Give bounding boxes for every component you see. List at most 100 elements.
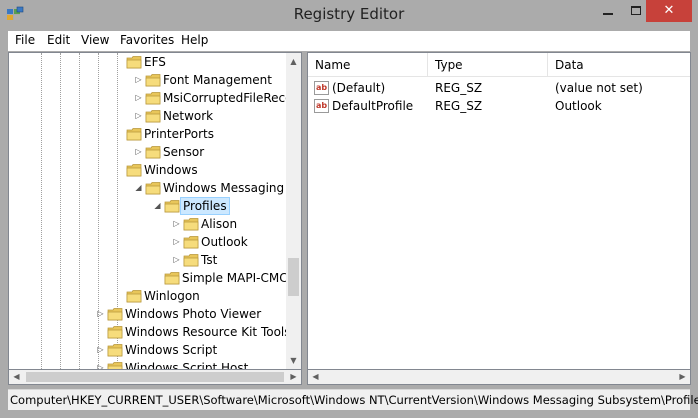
- expand-arrow-icon[interactable]: ▷: [96, 341, 105, 359]
- values-list-pane[interactable]: Name Type Data ab (Default) REG_SZ (valu…: [307, 52, 691, 370]
- value-type: REG_SZ: [435, 99, 483, 113]
- tree-item[interactable]: ▷ Windows Photo Viewer: [9, 305, 286, 323]
- scroll-right-icon[interactable]: ▶: [286, 370, 301, 384]
- column-type-header[interactable]: Type: [428, 53, 548, 77]
- tree-item[interactable]: ▷ Outlook: [9, 233, 286, 251]
- tree-item-label: PrinterPorts: [144, 127, 214, 141]
- folder-icon: [145, 74, 161, 87]
- folder-icon: [145, 110, 161, 123]
- expand-arrow-icon[interactable]: ▷: [134, 71, 143, 89]
- folder-icon: [107, 362, 123, 369]
- tree-item-label: Simple MAPI-CMC: [182, 271, 286, 285]
- tree-item[interactable]: PrinterPorts: [9, 125, 286, 143]
- tree-item[interactable]: ▷ Alison: [9, 215, 286, 233]
- expand-arrow-icon[interactable]: ▷: [172, 215, 181, 233]
- folder-icon: [183, 254, 199, 267]
- tree-item[interactable]: ◢ Profiles: [9, 197, 286, 215]
- expand-arrow-icon[interactable]: ▷: [134, 89, 143, 107]
- folder-icon: [145, 92, 161, 105]
- scroll-thumb[interactable]: [26, 372, 284, 382]
- folder-icon: [145, 146, 161, 159]
- tree-item-label: Windows Script Host: [125, 361, 249, 369]
- close-button[interactable]: ✕: [646, 0, 692, 22]
- title-bar[interactable]: Registry Editor ✕: [0, 0, 698, 31]
- tree-item[interactable]: ▷ Windows Script: [9, 341, 286, 359]
- folder-icon: [107, 308, 123, 321]
- maximize-icon: [631, 6, 641, 15]
- tree-item-label: Windows Resource Kit Tools: [125, 325, 286, 339]
- menu-edit[interactable]: Edit: [47, 33, 70, 47]
- tree-item[interactable]: ◢ Windows Messaging S: [9, 179, 286, 197]
- expand-arrow-icon[interactable]: ▷: [172, 251, 181, 269]
- tree-item-label: EFS: [144, 55, 166, 69]
- value-type: REG_SZ: [435, 81, 483, 95]
- tree-item[interactable]: Windows Resource Kit Tools: [9, 323, 286, 341]
- tree-item-label: Profiles: [180, 197, 230, 215]
- list-horizontal-scrollbar[interactable]: ◀ ▶: [307, 370, 691, 385]
- tree-item[interactable]: Winlogon: [9, 287, 286, 305]
- minimize-icon: [603, 12, 613, 15]
- menu-view[interactable]: View: [81, 33, 109, 47]
- expand-arrow-icon[interactable]: ▷: [134, 107, 143, 125]
- folder-icon: [164, 272, 180, 285]
- tree-item[interactable]: ▷ MsiCorruptedFileReco: [9, 89, 286, 107]
- tree-horizontal-scrollbar[interactable]: ◀ ▶: [8, 370, 302, 385]
- expand-arrow-icon[interactable]: ▷: [96, 359, 105, 369]
- folder-icon: [183, 218, 199, 231]
- tree-item[interactable]: EFS: [9, 53, 286, 71]
- string-value-icon: ab: [314, 99, 329, 113]
- tree-item-label: Windows Script: [125, 343, 218, 357]
- folder-icon: [126, 56, 142, 69]
- column-name-header[interactable]: Name: [308, 53, 428, 77]
- folder-icon: [183, 236, 199, 249]
- collapse-arrow-icon[interactable]: ◢: [153, 197, 162, 215]
- registry-editor-window: Registry Editor ✕ File Edit View Favorit…: [0, 0, 698, 418]
- list-header: Name Type Data: [308, 53, 690, 77]
- scroll-right-icon[interactable]: ▶: [675, 370, 690, 384]
- folder-icon: [107, 326, 123, 339]
- folder-icon: [126, 164, 142, 177]
- folder-icon: [145, 182, 161, 195]
- tree-item[interactable]: ▷ Windows Script Host: [9, 359, 286, 369]
- tree-item-label: Alison: [201, 217, 238, 231]
- key-tree-pane[interactable]: EFS ▷ Font Management ▷ MsiCorruptedFileReco…: [8, 52, 302, 370]
- menu-favorites[interactable]: Favorites: [120, 33, 174, 47]
- scroll-left-icon[interactable]: ◀: [9, 370, 24, 384]
- expand-arrow-icon[interactable]: ▷: [96, 305, 105, 323]
- value-name: (Default): [332, 81, 386, 95]
- tree-item[interactable]: ▷ Tst: [9, 251, 286, 269]
- folder-icon: [164, 200, 180, 213]
- tree-item-label: Outlook: [201, 235, 248, 249]
- tree-item-label: Windows Messaging S: [163, 181, 286, 195]
- list-item[interactable]: ab (Default) REG_SZ (value not set): [308, 79, 690, 97]
- tree-item-label: MsiCorruptedFileReco: [163, 91, 286, 105]
- expand-arrow-icon[interactable]: ▷: [134, 143, 143, 161]
- folder-icon: [126, 290, 142, 303]
- tree-item[interactable]: ▷ Sensor: [9, 143, 286, 161]
- close-icon: ✕: [663, 3, 675, 18]
- minimize-button[interactable]: [593, 0, 623, 22]
- key-path: Computer\HKEY_CURRENT_USER\Software\Micr…: [10, 393, 698, 407]
- scroll-thumb[interactable]: [288, 258, 299, 296]
- expand-arrow-icon[interactable]: ▷: [172, 233, 181, 251]
- scroll-down-icon[interactable]: ▼: [286, 352, 301, 369]
- tree-item[interactable]: ▷ Network: [9, 107, 286, 125]
- tree-item[interactable]: ▷ Font Management: [9, 71, 286, 89]
- string-value-icon: ab: [314, 81, 329, 95]
- menu-bar: File Edit View Favorites Help: [8, 31, 690, 51]
- scroll-up-icon[interactable]: ▲: [286, 53, 301, 70]
- tree-item[interactable]: Windows: [9, 161, 286, 179]
- tree-vertical-scrollbar[interactable]: ▲ ▼: [286, 53, 301, 369]
- folder-icon: [107, 344, 123, 357]
- tree-item-label: Windows: [144, 163, 198, 177]
- scroll-left-icon[interactable]: ◀: [308, 370, 323, 384]
- tree-item[interactable]: Simple MAPI-CMC: [9, 269, 286, 287]
- column-data-header[interactable]: Data: [548, 53, 690, 77]
- tree-item-label: Tst: [201, 253, 218, 267]
- value-data: Outlook: [555, 99, 602, 113]
- menu-file[interactable]: File: [15, 33, 35, 47]
- list-item[interactable]: ab DefaultProfile REG_SZ Outlook: [308, 97, 690, 115]
- value-data: (value not set): [555, 81, 643, 95]
- menu-help[interactable]: Help: [181, 33, 208, 47]
- collapse-arrow-icon[interactable]: ◢: [134, 179, 143, 197]
